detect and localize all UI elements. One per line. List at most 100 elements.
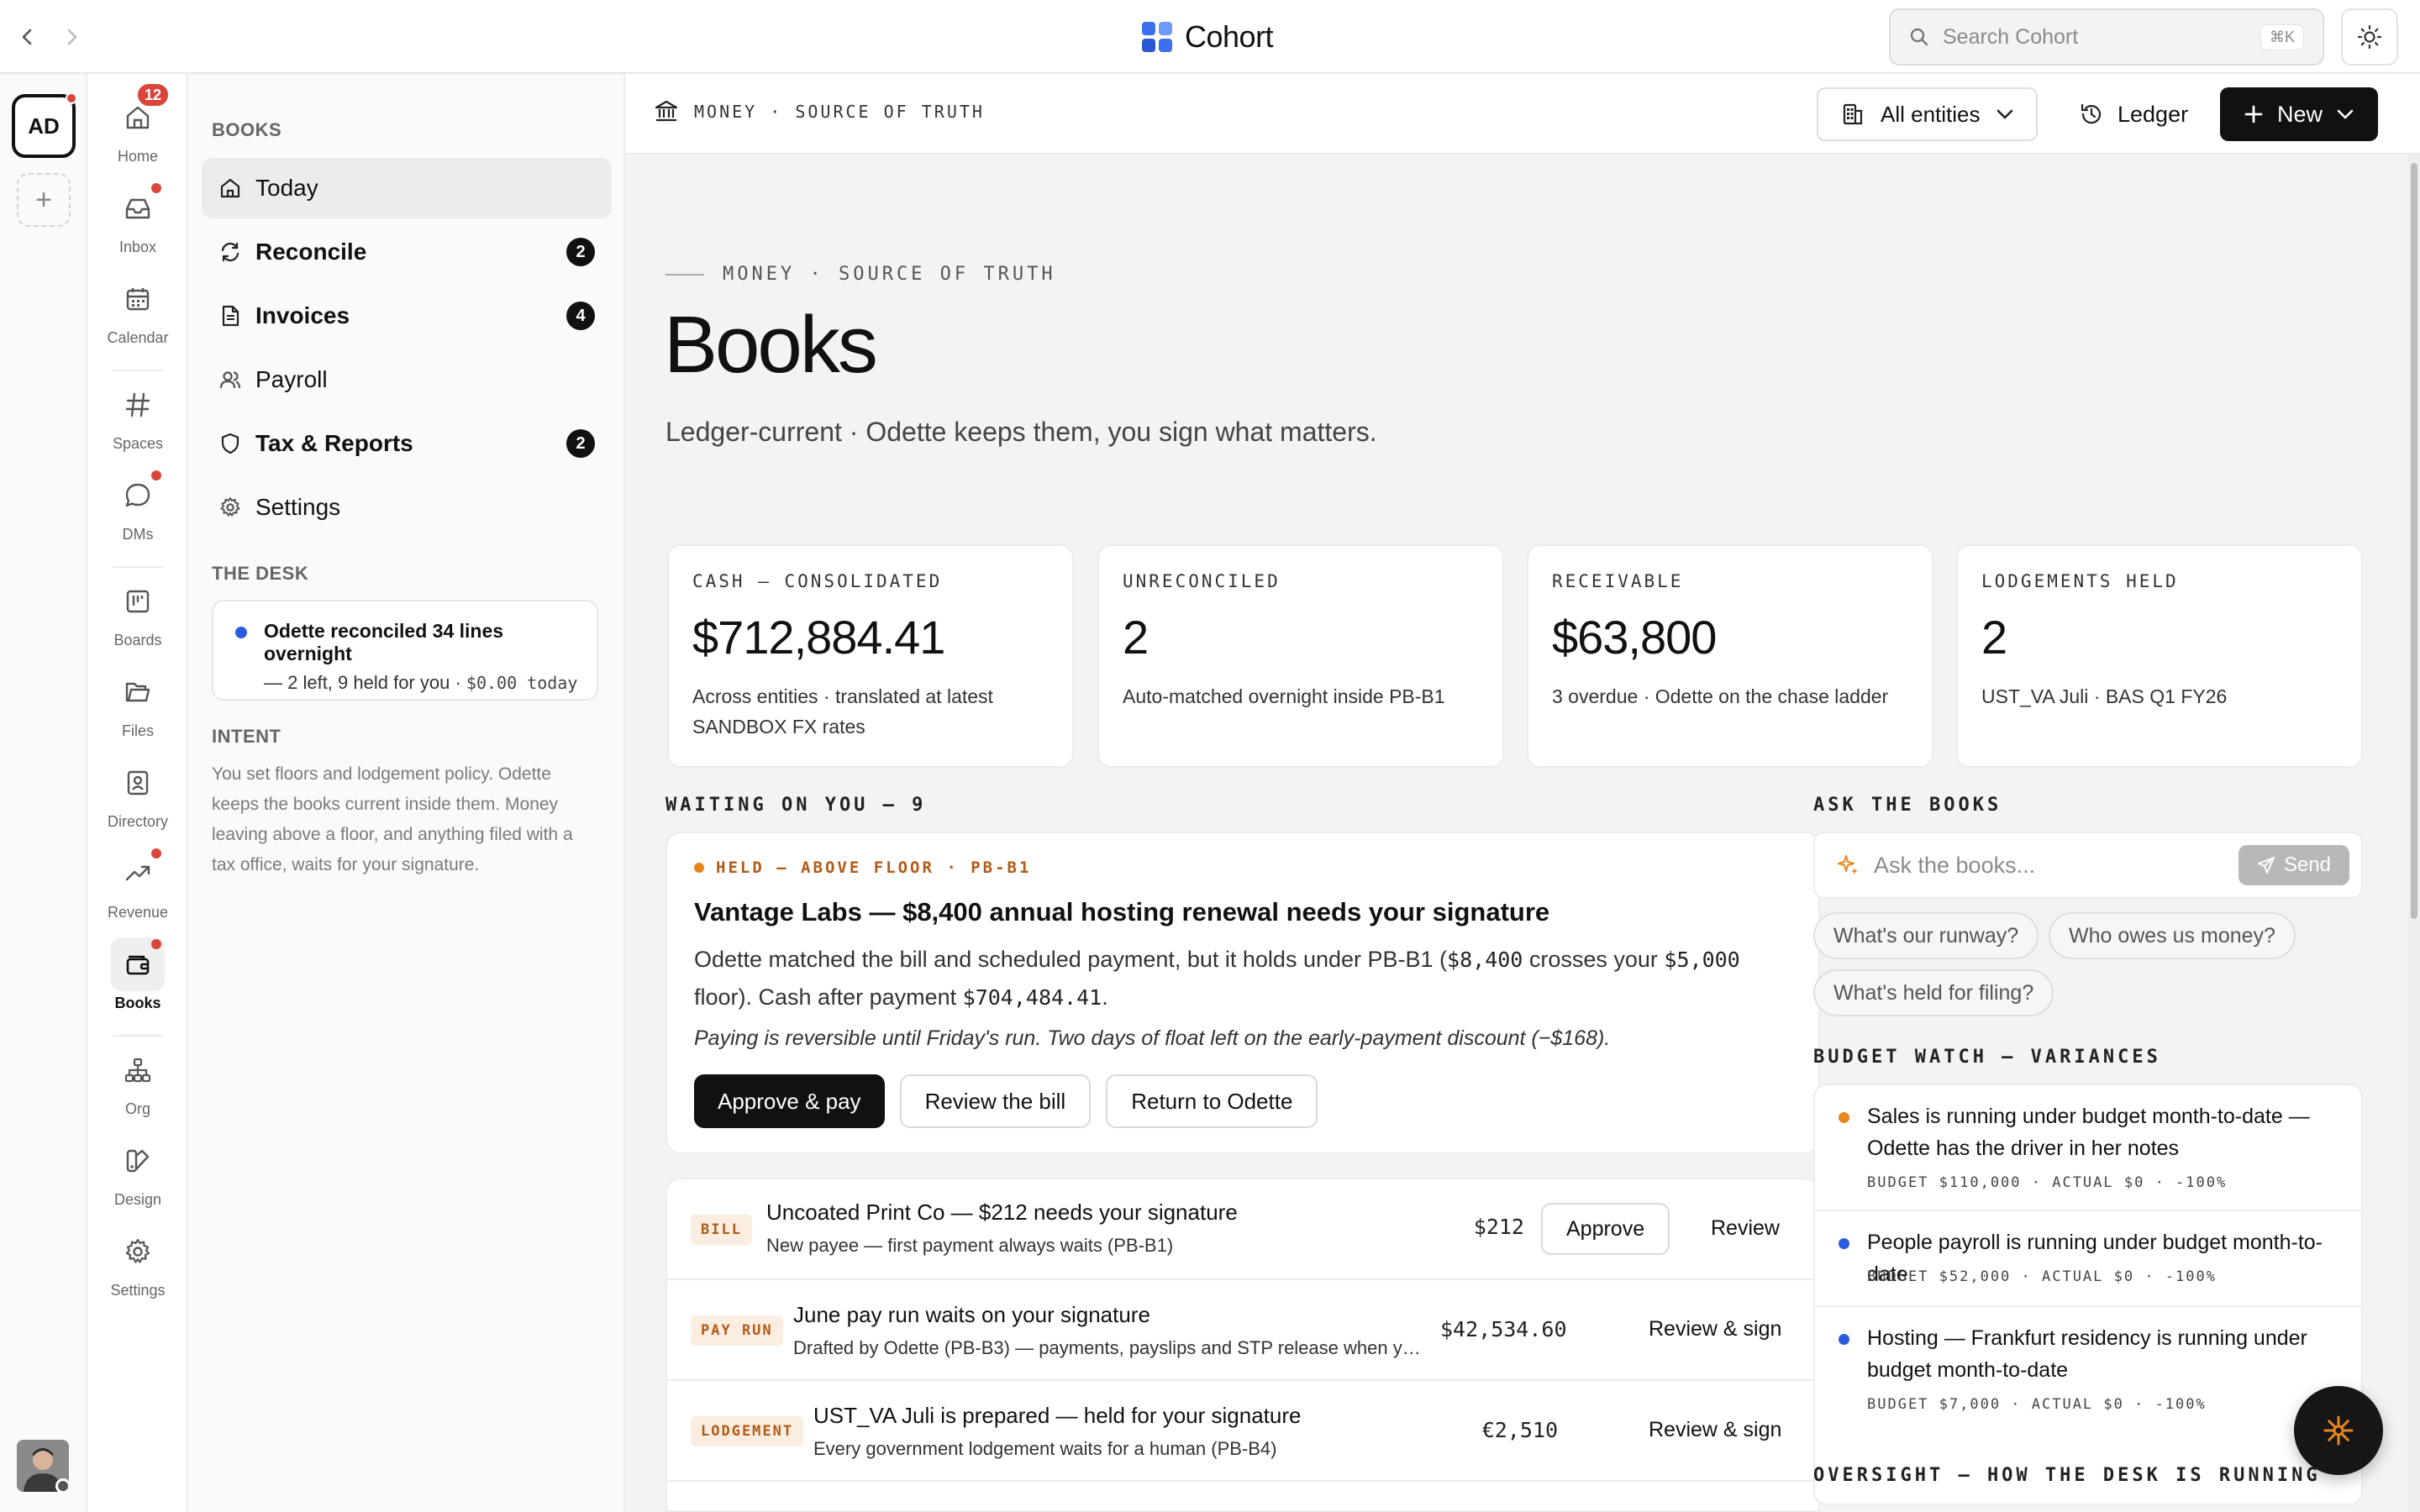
sidebar-item-invoices[interactable]: Invoices 4 [202,286,612,346]
entities-label: All entities [1881,101,1981,127]
gear-icon [218,496,242,519]
rail-item-calendar[interactable]: Calendar [87,272,188,347]
user-avatar[interactable] [17,1440,69,1492]
rail-item-spaces[interactable]: Spaces [87,378,188,453]
desk-heading: THE DESK [212,563,309,584]
entities-dropdown[interactable]: All entities [1817,87,2038,141]
search-input[interactable]: Search Cohort ⌘K [1889,8,2324,66]
new-label: New [2277,101,2323,127]
review-link[interactable]: Review [1711,1216,1780,1241]
rail-item-dms[interactable]: DMs [87,469,188,543]
review-bill-button[interactable]: Review the bill [899,1074,1092,1128]
review-sign-link[interactable]: Review & sign [1649,1317,1781,1341]
suggestion-chip[interactable]: What's our runway? [1813,912,2039,959]
rail-item-inbox[interactable]: Inbox [87,181,188,256]
budget-row[interactable]: Hosting — Frankfurt residency is running… [1815,1307,2361,1433]
trending-up-icon [111,847,165,900]
approve-pay-button[interactable]: Approve & pay [694,1074,885,1128]
rail-item-org[interactable]: Org [87,1043,188,1118]
queue-row[interactable]: LODGEMENT UST_VA Juli is prepared — held… [667,1381,1818,1482]
queue-subtitle: Every government lodgement waits for a h… [813,1438,1277,1459]
sparkle-icon [1835,853,1860,878]
rail-item-files[interactable]: Files [87,665,188,740]
brand-name: Cohort [1185,19,1274,54]
return-to-odette-button[interactable]: Return to Odette [1106,1074,1318,1128]
desk-summary-card[interactable]: Odette reconciled 34 lines overnight — 2… [212,600,598,701]
user-status-dot [55,1478,69,1492]
kpi-value: $712,884.41 [692,611,945,664]
held-body-text: . [1102,984,1108,1010]
ask-books-input[interactable]: Ask the books... Send [1813,832,2363,899]
budget-row[interactable]: People payroll is running under budget m… [1815,1211,2361,1307]
suggestion-chip[interactable]: What's held for filing? [1813,969,2054,1016]
intent-text: You set floors and lodgement policy. Ode… [212,764,573,874]
approval-queue: BILL Uncoated Print Co — $212 needs your… [666,1178,1820,1512]
page-title: Books [664,300,878,390]
contact-card-icon [111,756,165,810]
kpi-card-unreconciled[interactable]: UNRECONCILED 2 Auto-matched overnight in… [1097,544,1504,768]
sidebar-item-label: Reconcile [255,239,367,265]
chevron-down-icon [2336,108,2354,120]
rail-item-revenue[interactable]: Revenue [87,847,188,921]
add-workspace-button[interactable]: + [17,173,71,227]
send-button[interactable]: Send [2238,845,2349,885]
review-sign-link[interactable]: Review & sign [1649,1418,1781,1442]
rail-item-settings[interactable]: Settings [87,1225,188,1299]
kpi-card-cash[interactable]: CASH — CONSOLIDATED $712,884.41 Across e… [667,544,1074,768]
forward-arrow-icon[interactable] [59,24,86,50]
waiting-heading: WAITING ON YOU — 9 [666,795,927,816]
kpi-note: Across entities · translated at latest S… [692,685,993,738]
sidebar-item-reconcile[interactable]: Reconcile 2 [202,222,612,282]
theme-toggle-button[interactable] [2341,8,2398,66]
sun-icon [2357,24,2382,50]
queue-row[interactable]: PAY RUN June pay run waits on your signa… [667,1280,1818,1381]
queue-tag: LODGEMENT [691,1416,804,1446]
approve-button[interactable]: Approve [1541,1203,1670,1255]
back-arrow-icon[interactable] [13,24,40,50]
new-button[interactable]: New [2220,87,2379,141]
assistant-fab[interactable] [2294,1386,2383,1475]
rail-item-home[interactable]: 12 Home [87,82,188,165]
kpi-note: 3 overdue · Odette on the chase ladder [1552,685,1889,707]
kpi-value: 2 [1123,611,1149,664]
cash-after-amount: $704,484.41 [962,985,1102,1010]
ledger-button[interactable]: Ledger [2079,87,2188,141]
held-tag: HELD — ABOVE FLOOR · PB-B1 [694,858,1791,877]
kpi-card-lodgements[interactable]: LODGEMENTS HELD 2 UST_VA Juli · BAS Q1 F… [1956,544,2363,768]
main-scrollbar[interactable] [2408,155,2420,1512]
sidebar-item-payroll[interactable]: Payroll [202,349,612,410]
budget-text: Hosting — Frankfurt residency is running… [1867,1326,2307,1382]
budget-text: Sales is running under budget month-to-d… [1867,1105,2310,1160]
chat-bubble-icon [111,469,165,522]
sidebar-item-today[interactable]: Today [202,158,612,218]
rail-item-directory[interactable]: Directory [87,756,188,831]
budget-status-dot [1839,1238,1849,1249]
sidebar-item-tax-reports[interactable]: Tax & Reports 2 [202,413,612,474]
rail-item-books[interactable]: Books [87,937,188,1012]
ledger-label: Ledger [2118,101,2189,127]
rail-divider [113,370,163,371]
rail-item-design[interactable]: Design [87,1134,188,1209]
kpi-card-receivable[interactable]: RECEIVABLE $63,800 3 overdue · Odette on… [1527,544,1933,768]
budget-row[interactable]: Sales is running under budget month-to-d… [1815,1085,2361,1211]
workspace-avatar[interactable]: AD [12,92,77,158]
brand[interactable]: Cohort [1141,18,1274,55]
suggestion-chip[interactable]: Who owes us money? [2049,912,2296,959]
rail-label-org: Org [124,1100,150,1117]
queue-tag: PAY RUN [691,1315,783,1346]
inbox-unread-dot [151,183,161,193]
main-content: MONEY · SOURCE OF TRUTH All entities Led… [625,74,2420,1512]
people-icon [218,368,242,391]
queue-row[interactable]: BILL Uncoated Print Co — $212 needs your… [667,1179,1818,1280]
queue-amount: $212 [1473,1215,1524,1239]
eyebrow-text: MONEY · SOURCE OF TRUTH [723,264,1056,285]
hash-icon [111,378,165,432]
rail-label-books: Books [114,995,161,1011]
held-note: Paying is reversible until Friday's run.… [694,1026,1611,1050]
send-label: Send [2283,853,2331,876]
scrollbar-thumb[interactable] [2411,163,2417,919]
rail-item-boards[interactable]: Boards [87,575,188,649]
building-icon [1840,102,1865,127]
books-alert-dot [151,939,161,949]
sidebar-item-settings[interactable]: Settings [202,477,612,538]
